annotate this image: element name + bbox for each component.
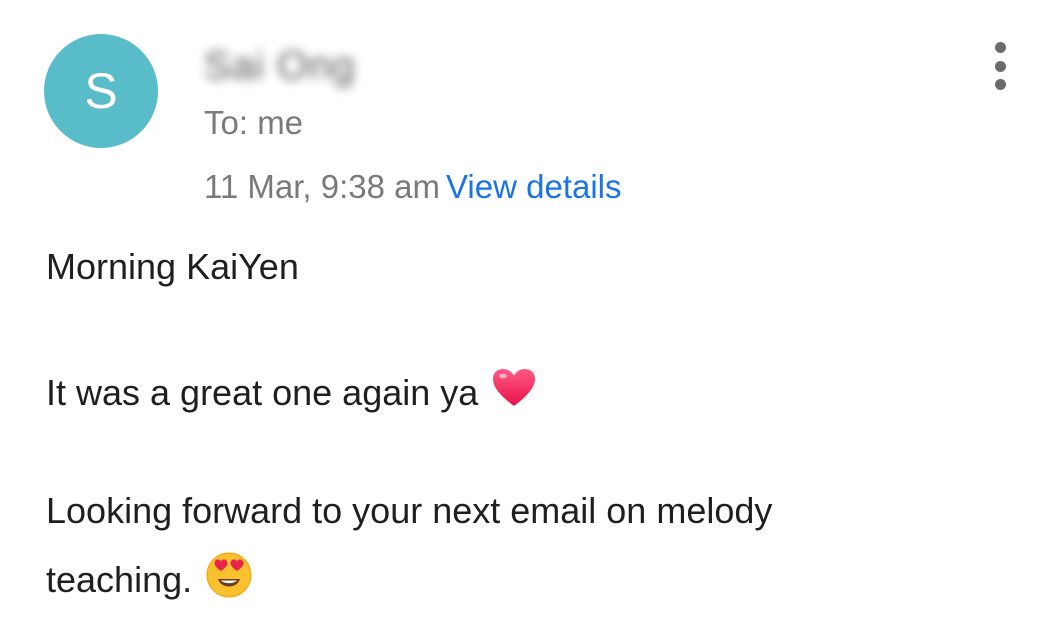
body-line: Looking forward to your next email on me… <box>46 490 773 531</box>
more-vert-icon-dot <box>994 79 1006 90</box>
more-vert-icon-dot <box>994 60 1006 72</box>
body-line: teaching. <box>46 552 252 607</box>
body-line-text: teaching. <box>46 558 193 600</box>
avatar[interactable]: S <box>44 34 158 148</box>
heart-icon <box>492 368 536 417</box>
sender-name-redacted: Sai Ong <box>204 43 356 88</box>
heart-eyes-emoji <box>206 552 252 607</box>
avatar-letter: S <box>84 63 118 119</box>
body-greeting: Morning KaiYen <box>46 246 299 287</box>
email-message-view: S Sai Ong To: me 11 Mar, 9:38 am View det… <box>0 0 1060 628</box>
sender-name[interactable]: Sai Ong <box>204 44 356 88</box>
message-timestamp: 11 Mar, 9:38 am <box>204 168 441 205</box>
recipient-line: To: me <box>204 104 304 141</box>
more-options-button[interactable] <box>980 40 1020 92</box>
message-meta: 11 Mar, 9:38 am View details <box>204 168 622 206</box>
body-line-text: It was a great one again ya <box>46 371 479 413</box>
body-line: It was a great one again ya <box>46 368 536 417</box>
more-vert-icon <box>994 42 1006 53</box>
view-details-link[interactable]: View details <box>446 168 622 205</box>
